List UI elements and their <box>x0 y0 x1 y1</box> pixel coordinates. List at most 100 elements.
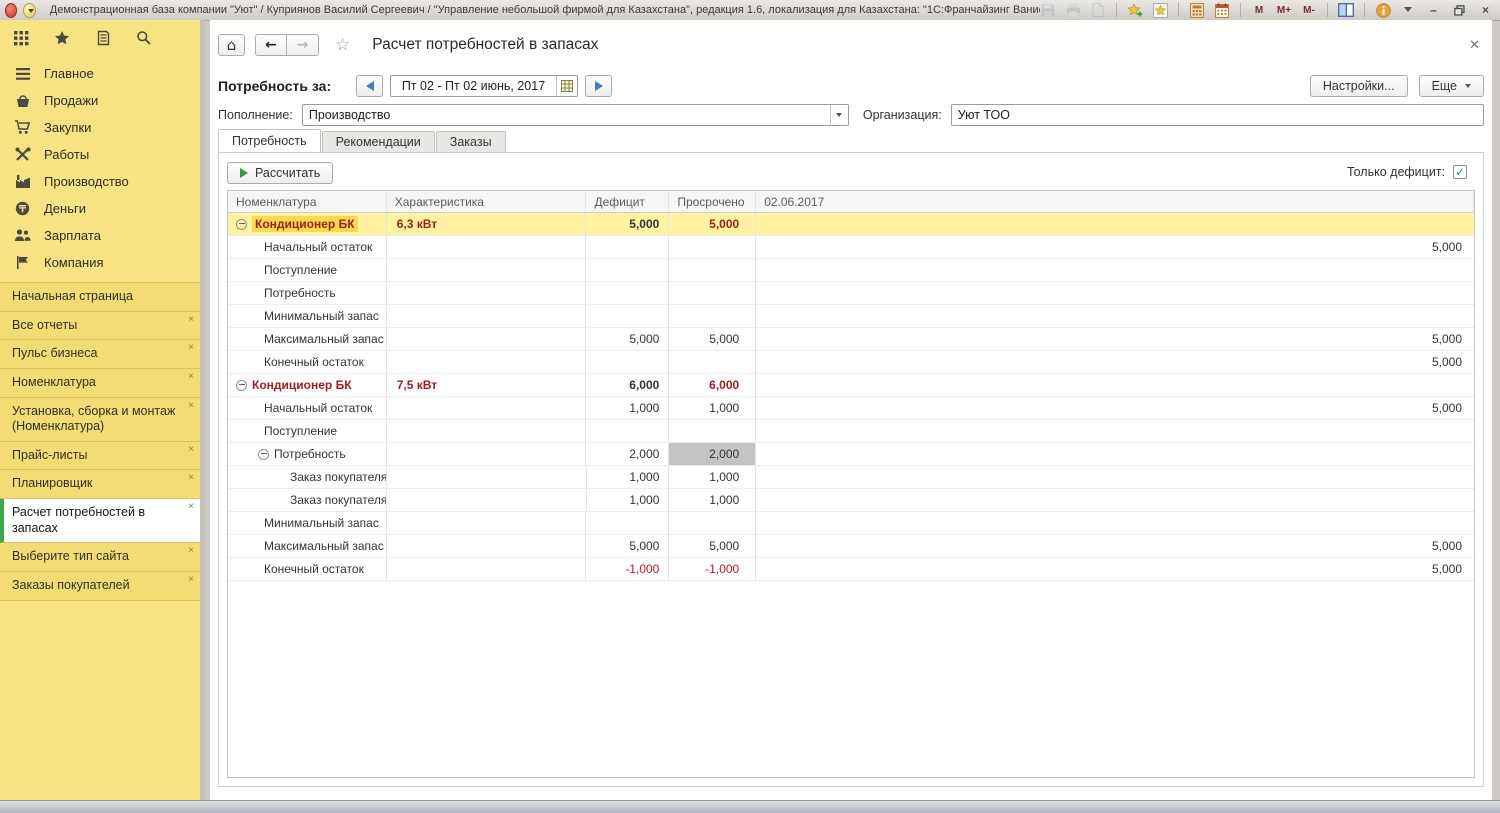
sidebar-section-production-factory[interactable]: Производство <box>0 168 200 195</box>
form-close-icon[interactable]: ✕ <box>1469 38 1480 53</box>
characteristic-cell <box>387 420 587 442</box>
table-row[interactable]: Поступление <box>228 420 1474 443</box>
sidebar-window-item[interactable]: Выберите тип сайта× <box>0 543 200 572</box>
tab-Заказы[interactable]: Заказы <box>436 131 506 152</box>
check-icon: ✓ <box>1455 166 1465 178</box>
sidebar-section-money-coin[interactable]: Деньги <box>0 195 200 222</box>
sidebar-section-works-tools[interactable]: Работы <box>0 141 200 168</box>
memory-m-plus[interactable]: M+ <box>1276 2 1292 18</box>
settings-button[interactable]: Настройки... <box>1310 75 1408 97</box>
table-row[interactable]: Кондиционер БК7,5 кВт6,0006,000 <box>228 374 1474 397</box>
tab-Рекомендации[interactable]: Рекомендации <box>322 131 435 152</box>
favorites-star-icon[interactable] <box>53 29 71 47</box>
save-icon <box>1040 2 1056 18</box>
sidebar-window-item[interactable]: Установка, сборка и монтаж (Номенклатура… <box>0 398 200 442</box>
table-row[interactable]: Конечный остаток5,000 <box>228 351 1474 374</box>
sidebar-section-label: Главное <box>44 66 94 81</box>
table-row[interactable]: Максимальный запас5,0005,0005,000 <box>228 328 1474 351</box>
favorite-star-icon[interactable]: ☆ <box>335 35 350 55</box>
more-button[interactable]: Еще <box>1419 75 1484 97</box>
table-row[interactable]: Заказ покупателя 4 от 0...1,0001,000 <box>228 489 1474 512</box>
table-row[interactable]: Начальный остаток5,000 <box>228 236 1474 259</box>
close-window-icon[interactable]: × <box>188 575 194 585</box>
close-window-icon[interactable]: × <box>188 473 194 483</box>
next-period-button[interactable] <box>585 75 612 97</box>
table-row[interactable]: Потребность <box>228 282 1474 305</box>
table-row[interactable]: Минимальный запас <box>228 305 1474 328</box>
replenishment-combo[interactable]: Производство <box>302 104 849 126</box>
search-icon[interactable] <box>135 29 153 47</box>
table-row[interactable]: Кондиционер БК6,3 кВт5,0005,000 <box>228 213 1474 236</box>
minimize-button[interactable]: – <box>1425 3 1442 18</box>
close-button[interactable]: × <box>1477 3 1494 18</box>
history-icon[interactable] <box>94 29 112 47</box>
back-button[interactable]: ← <box>255 34 287 56</box>
deficit-cell: 5,000 <box>586 535 669 557</box>
previous-period-button[interactable] <box>356 75 383 97</box>
favorites-icon[interactable] <box>1152 2 1168 18</box>
deficit-cell <box>586 512 669 534</box>
expander-icon[interactable] <box>258 449 269 460</box>
calendar-picker-icon[interactable] <box>556 76 577 96</box>
sidebar-window-item[interactable]: Расчет потребностей в запасах× <box>0 499 200 543</box>
application-window: Демонстрационная база компании "Уют" / К… <box>0 0 1500 813</box>
column-header[interactable]: Номенклатура <box>228 191 387 212</box>
column-header[interactable]: Характеристика <box>387 191 587 212</box>
close-window-icon[interactable]: × <box>188 502 194 512</box>
table-row[interactable]: Минимальный запас <box>228 512 1474 535</box>
table-row[interactable]: Поступление <box>228 259 1474 282</box>
expander-icon[interactable] <box>236 219 247 230</box>
organization-field[interactable]: Уют ТОО <box>951 104 1484 126</box>
info-dropdown-icon[interactable] <box>1400 2 1416 18</box>
sidebar-window-item[interactable]: Номенклатура× <box>0 369 200 398</box>
close-window-icon[interactable]: × <box>188 445 194 455</box>
organization-label: Организация: <box>863 108 942 122</box>
close-window-icon[interactable]: × <box>188 546 194 556</box>
column-header[interactable]: 02.06.2017 <box>756 191 1474 212</box>
close-window-icon[interactable]: × <box>188 372 194 382</box>
restore-button[interactable] <box>1451 3 1468 18</box>
memory-m[interactable]: M <box>1251 2 1267 18</box>
sidebar-section-label: Продажи <box>44 93 98 108</box>
column-header[interactable]: Дефицит <box>586 191 669 212</box>
period-field[interactable]: Пт 02 - Пт 02 июнь, 2017 <box>390 75 578 97</box>
tab-Потребность[interactable]: Потребность <box>218 129 321 152</box>
sidebar-window-item[interactable]: Начальная страница <box>0 283 200 312</box>
sidebar-section-company-flag[interactable]: Компания <box>0 249 200 276</box>
only-deficit-checkbox[interactable]: ✓ <box>1453 165 1467 179</box>
table-row[interactable]: Потребность2,0002,000 <box>228 443 1474 466</box>
info-icon[interactable] <box>1375 2 1391 18</box>
memory-m-minus[interactable]: M- <box>1301 2 1317 18</box>
column-header[interactable]: Просрочено <box>669 191 756 212</box>
add-favorite-icon[interactable] <box>1127 2 1143 18</box>
sidebar-window-item[interactable]: Заказы покупателей× <box>0 572 200 601</box>
sidebar-section-salary-people[interactable]: Зарплата <box>0 222 200 249</box>
sidebar-window-item[interactable]: Планировщик× <box>0 470 200 499</box>
forward-button[interactable]: → <box>287 34 319 56</box>
system-menu-icon[interactable] <box>23 3 35 18</box>
only-deficit-control: Только дефицит: ✓ <box>1347 165 1467 179</box>
sidebar-section-purchases-cart[interactable]: Закупки <box>0 114 200 141</box>
home-button[interactable]: ⌂ <box>218 34 245 56</box>
sidebar-window-item[interactable]: Все отчеты× <box>0 312 200 341</box>
table-row[interactable]: Конечный остаток-1,000-1,0005,000 <box>228 558 1474 581</box>
sidebar-window-item[interactable]: Пульс бизнеса× <box>0 340 200 369</box>
sidebar-window-item[interactable]: Прайс-листы× <box>0 442 200 471</box>
split-window-icon[interactable] <box>1338 2 1354 18</box>
nomenclature-text: Минимальный запас <box>264 516 379 530</box>
calendar-icon[interactable] <box>1214 2 1230 18</box>
table-row[interactable]: Начальный остаток1,0001,0005,000 <box>228 397 1474 420</box>
close-window-icon[interactable]: × <box>188 315 194 325</box>
sidebar-section-sales-basket[interactable]: Продажи <box>0 87 200 114</box>
calculator-icon[interactable] <box>1189 2 1205 18</box>
close-window-icon[interactable]: × <box>188 401 194 411</box>
date-cell <box>756 512 1474 534</box>
replenishment-dropdown-icon[interactable] <box>830 105 848 125</box>
table-row[interactable]: Заказ покупателя 6 от 1...1,0001,000 <box>228 466 1474 489</box>
apps-grid-icon[interactable] <box>12 29 30 47</box>
calculate-button[interactable]: Рассчитать <box>227 162 333 184</box>
table-row[interactable]: Максимальный запас5,0005,0005,000 <box>228 535 1474 558</box>
expander-icon[interactable] <box>236 380 247 391</box>
close-window-icon[interactable]: × <box>188 343 194 353</box>
sidebar-section-menu[interactable]: Главное <box>0 60 200 87</box>
